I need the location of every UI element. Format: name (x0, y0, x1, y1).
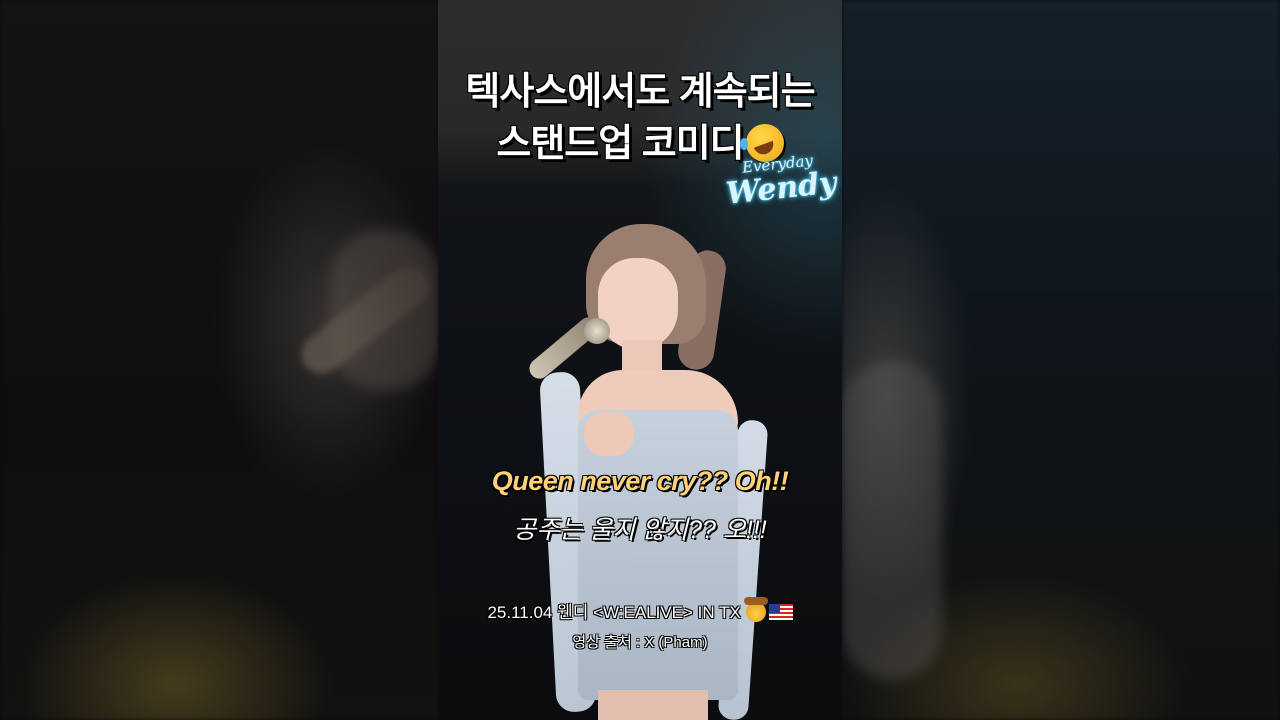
subtitle-korean: 공주는 울지 않지?? 오!!! (513, 516, 767, 544)
video-title-line2-text: 스탠드업 코미디 (496, 123, 744, 165)
video-source: 영상 출처 : X (Pham) (572, 634, 708, 651)
event-credit-text: 25.11.04 웬디 <W:EALIVE> IN TX (487, 603, 741, 622)
performer-face (598, 258, 678, 350)
performer-hand (584, 412, 634, 456)
blurred-backdrop-left (0, 0, 440, 720)
us-flag-icon (768, 604, 793, 620)
event-credit: 25.11.04 웬디 <W:EALIVE> IN TX (438, 597, 842, 623)
logo-big-text: Wendy (724, 165, 839, 212)
blurred-arm (842, 360, 942, 680)
cowboy-face-icon (743, 597, 768, 622)
video-title-line1: 텍사스에서도 계속되는 (465, 71, 815, 113)
microphone-head (584, 318, 610, 344)
video-frame[interactable]: 텍사스에서도 계속되는 스탠드업 코미디 Everyday Wendy Quee… (438, 0, 842, 720)
blurred-backdrop-right (842, 0, 1280, 720)
subtitle-english: Queen never cry?? Oh!! (491, 466, 789, 496)
shorts-frame: 텍사스에서도 계속되는 스탠드업 코미디 Everyday Wendy Quee… (0, 0, 1280, 720)
performer-legs (598, 690, 708, 720)
everyday-wendy-logo: Everyday Wendy (724, 151, 838, 215)
